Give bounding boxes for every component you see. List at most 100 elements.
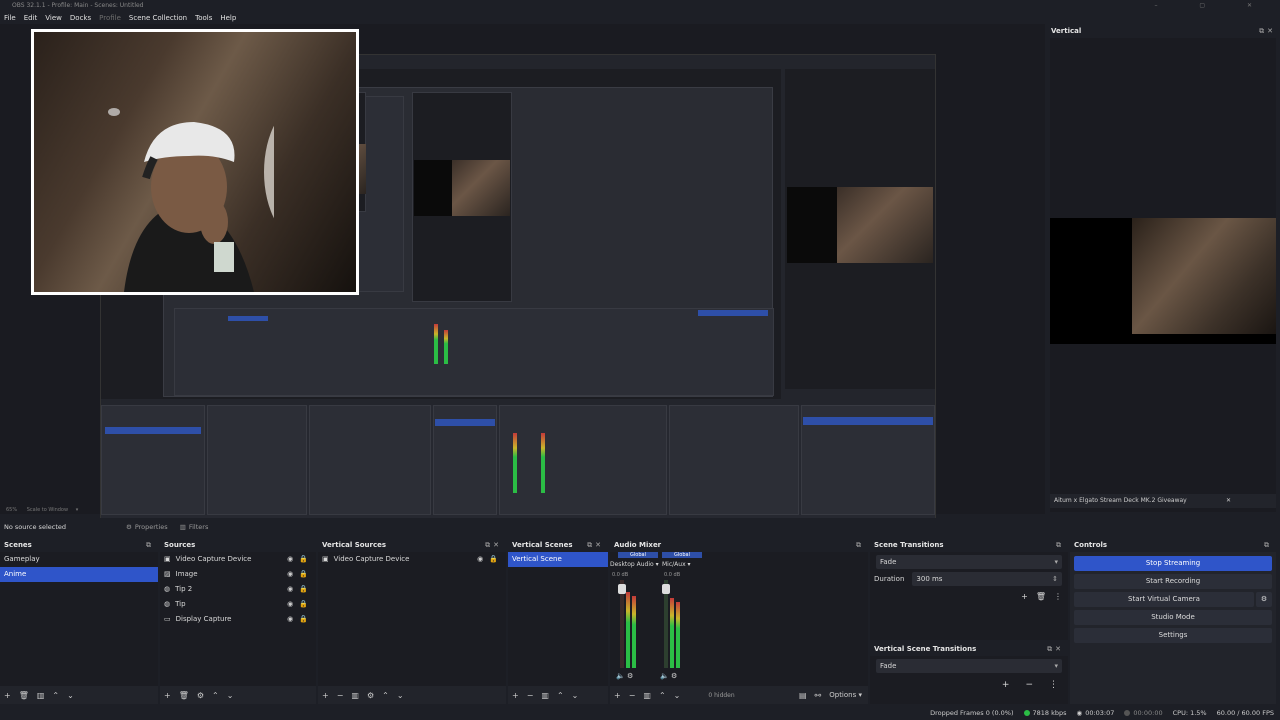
zoom-percent[interactable]: 65% <box>6 507 17 513</box>
scene-item-gameplay[interactable]: Gameplay <box>0 552 158 567</box>
chevron-down-icon[interactable]: ⌄ <box>397 691 404 700</box>
lock-icon[interactable]: 🔒 <box>299 597 308 612</box>
gear-icon[interactable]: ⚙ <box>1256 592 1272 607</box>
mic-aux-label[interactable]: Mic/Aux ▾ <box>662 561 691 568</box>
add-icon[interactable]: + <box>322 691 329 700</box>
chevron-down-icon[interactable]: ▾ <box>76 507 79 513</box>
add-icon[interactable]: + <box>1002 680 1010 690</box>
desktop-volume-slider[interactable] <box>618 584 626 594</box>
more-icon[interactable]: ⋮ <box>1054 592 1062 601</box>
menu-view[interactable]: View <box>45 14 62 22</box>
lock-icon[interactable]: 🔒 <box>299 612 308 627</box>
add-icon[interactable]: + <box>164 691 171 700</box>
more-icon[interactable]: ⋮ <box>1049 680 1058 690</box>
dock-float-close-icons[interactable]: ⧉✕ <box>485 538 502 552</box>
dock-float-icon[interactable]: ⧉ <box>146 538 154 552</box>
source-item[interactable]: ◍ Tip 2 ◉ 🔒 <box>160 582 316 597</box>
dock-float-close-icons[interactable]: ⧉✕ <box>1259 24 1276 38</box>
chevron-up-icon[interactable]: ⌃ <box>382 691 389 700</box>
eye-icon[interactable]: ◉ <box>287 612 293 627</box>
menu-tools[interactable]: Tools <box>195 14 212 22</box>
dock-float-icon[interactable]: ⧉ <box>1264 538 1272 552</box>
preview-zoom-bar[interactable]: 65% Scale to Window ▾ <box>0 505 1045 515</box>
settings-button[interactable]: Settings <box>1074 628 1272 643</box>
eye-icon[interactable]: ◉ <box>287 552 293 567</box>
add-icon[interactable]: + <box>4 691 11 700</box>
chevron-down-icon[interactable]: ⌄ <box>572 691 579 700</box>
trash-icon[interactable]: 🗑 <box>19 691 29 700</box>
chevron-down-icon[interactable]: ⌄ <box>227 691 234 700</box>
options-button[interactable]: Options ▾ <box>829 691 862 699</box>
main-preview[interactable] <box>0 24 1045 522</box>
scene-item-anime[interactable]: Anime <box>0 567 158 582</box>
duration-input[interactable]: 300 ms ⇕ <box>912 572 1062 586</box>
desktop-audio-label[interactable]: Desktop Audio ▾ <box>610 561 659 568</box>
gear-icon[interactable]: ⚙ <box>197 691 204 700</box>
add-icon[interactable]: + <box>512 691 519 700</box>
source-item[interactable]: ▣ Video Capture Device ◉ 🔒 <box>160 552 316 567</box>
start-recording-button[interactable]: Start Recording <box>1074 574 1272 589</box>
start-virtual-camera-button[interactable]: Start Virtual Camera <box>1074 592 1254 607</box>
filter-icon[interactable]: ▥ <box>643 691 651 700</box>
stop-streaming-button[interactable]: Stop Streaming <box>1074 556 1272 571</box>
mic-volume-slider[interactable] <box>662 584 670 594</box>
eye-icon[interactable]: ◉ <box>287 567 293 582</box>
lock-icon[interactable]: 🔒 <box>299 582 308 597</box>
source-item[interactable]: ◍ Tip ◉ 🔒 <box>160 597 316 612</box>
mic-mute-icon[interactable]: 🔈 ⚙ <box>660 672 677 680</box>
minus-icon[interactable]: − <box>527 691 534 700</box>
link-icon[interactable]: ⚯ <box>815 691 822 700</box>
menu-edit[interactable]: Edit <box>24 14 38 22</box>
window-controls[interactable]: – ▢ ✕ <box>1154 0 1272 12</box>
sources-list: ▣ Video Capture Device ◉ 🔒 ▨ Image ◉ 🔒 ◍ Tip 2 ◉… <box>160 552 316 686</box>
eye-icon[interactable]: ◉ <box>287 582 293 597</box>
desktop-mute-icon[interactable]: 🔈 ⚙ <box>616 672 633 680</box>
chevron-up-icon[interactable]: ⌃ <box>52 691 59 700</box>
menu-profile[interactable]: Profile <box>99 14 121 22</box>
menu-scene-collection[interactable]: Scene Collection <box>129 14 187 22</box>
zoom-fit[interactable]: Scale to Window <box>27 507 68 513</box>
layout-icon[interactable]: ▤ <box>799 691 807 700</box>
studio-mode-button[interactable]: Studio Mode <box>1074 610 1272 625</box>
add-icon[interactable]: + <box>1021 592 1028 601</box>
lock-icon[interactable]: 🔒 <box>489 552 498 567</box>
vertical-scene-item[interactable]: Vertical Scene <box>508 552 608 567</box>
vertical-preview[interactable] <box>1050 38 1276 512</box>
dock-float-close-icons[interactable]: ⧉✕ <box>1047 642 1064 656</box>
webcam-source-overlay[interactable] <box>31 29 359 295</box>
vertical-transition-select[interactable]: Fade ▾ <box>876 659 1062 673</box>
lock-icon[interactable]: 🔒 <box>299 552 308 567</box>
chevron-down-icon[interactable]: ⌄ <box>67 691 74 700</box>
chevron-down-icon[interactable]: ⌄ <box>674 691 681 700</box>
chevron-up-icon[interactable]: ⌃ <box>557 691 564 700</box>
trash-icon[interactable]: 🗑 <box>1036 592 1046 601</box>
filter-icon[interactable]: ▥ <box>541 691 549 700</box>
minus-icon[interactable]: − <box>629 691 636 700</box>
trash-icon[interactable]: 🗑 <box>179 691 189 700</box>
lock-icon[interactable]: 🔒 <box>299 567 308 582</box>
source-item[interactable]: ▨ Image ◉ 🔒 <box>160 567 316 582</box>
minus-icon[interactable]: − <box>337 691 344 700</box>
menu-help[interactable]: Help <box>220 14 236 22</box>
dock-float-icon[interactable]: ⧉ <box>856 538 864 552</box>
source-item[interactable]: ▭ Display Capture ◉ 🔒 <box>160 612 316 627</box>
eye-icon[interactable]: ◉ <box>477 552 483 567</box>
dock-float-icon[interactable]: ⧉ <box>1056 538 1064 552</box>
add-icon[interactable]: + <box>614 691 621 700</box>
transition-select[interactable]: Fade ▾ <box>876 555 1062 569</box>
close-icon[interactable]: ✕ <box>1226 494 1231 508</box>
filter-icon[interactable]: ▥ <box>351 691 359 700</box>
filters-button[interactable]: ▥ Filters <box>180 523 209 531</box>
gear-icon[interactable]: ⚙ <box>367 691 374 700</box>
minus-icon[interactable]: − <box>1025 680 1033 690</box>
plugin-icon: ◍ <box>164 600 171 608</box>
chevron-up-icon[interactable]: ⌃ <box>212 691 219 700</box>
properties-button[interactable]: ⚙ Properties <box>126 523 168 531</box>
vertical-source-item[interactable]: ▣ Video Capture Device ◉ 🔒 <box>318 552 506 567</box>
menu-file[interactable]: File <box>4 14 16 22</box>
menu-docks[interactable]: Docks <box>70 14 91 22</box>
eye-icon[interactable]: ◉ <box>287 597 293 612</box>
dock-float-close-icons[interactable]: ⧉✕ <box>587 538 604 552</box>
filter-icon[interactable]: ▥ <box>37 691 45 700</box>
chevron-up-icon[interactable]: ⌃ <box>659 691 666 700</box>
